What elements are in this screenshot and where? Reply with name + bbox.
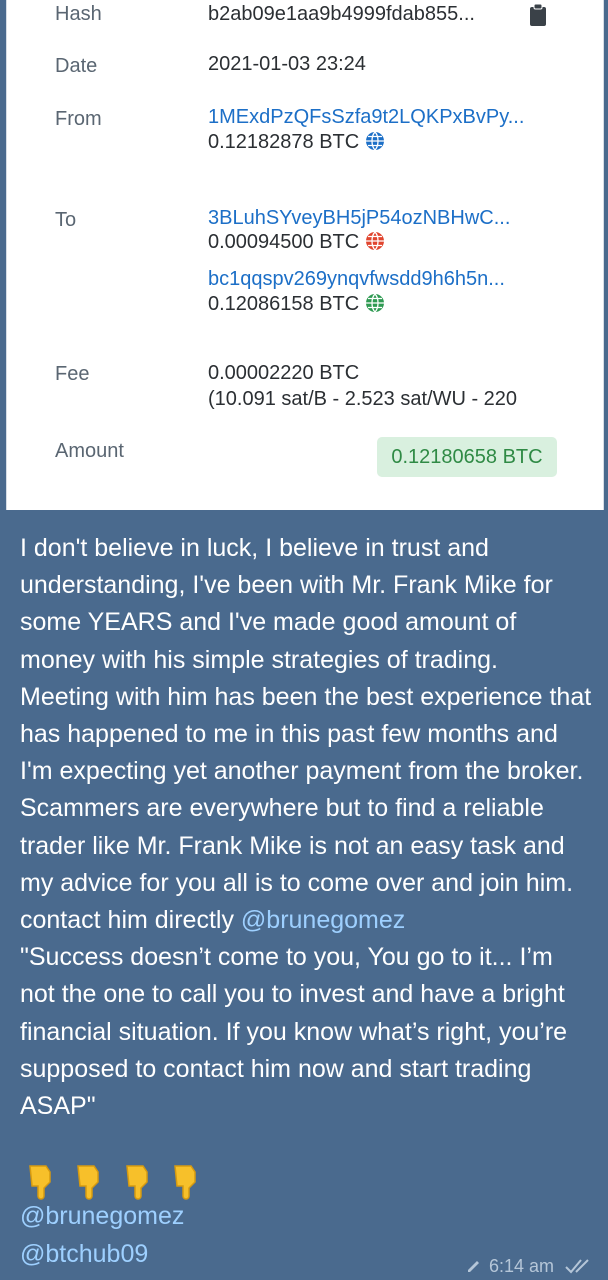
amount-label: Amount: [55, 440, 124, 462]
from-label: From: [55, 108, 102, 130]
date-label: Date: [55, 55, 98, 77]
message-time: 6:14 am: [488, 1255, 554, 1276]
mention-link-brunegomez[interactable]: @brunegomez: [20, 1202, 184, 1231]
edited-pencil-icon: [467, 1261, 479, 1272]
date-value: 2021-01-03 23:24: [208, 53, 366, 75]
to-amount-2: 0.12086158 BTC: [208, 293, 385, 316]
to-address-link-2[interactable]: bc1qqspv269ynqvfwsdd9h6h5n...: [208, 268, 505, 291]
from-amount: 0.12182878 BTC: [208, 131, 385, 154]
pointing-down-emoji-icon: [77, 1165, 100, 1200]
pointing-down-emoji-icon: [29, 1165, 51, 1200]
transaction-card: Hash b2ab09e1aa9b4999fdab855... Date 202…: [6, 0, 604, 510]
globe-icon[interactable]: [365, 293, 385, 313]
hash-value[interactable]: b2ab09e1aa9b4999fdab855...: [208, 3, 475, 26]
inline-mention-link[interactable]: @brunegomez: [241, 906, 405, 934]
to-amount-text-2: 0.12086158 BTC: [208, 293, 360, 315]
amount-badge: 0.12180658 BTC: [377, 437, 557, 477]
from-amount-text: 0.12182878 BTC: [208, 131, 360, 153]
fee-detail: (10.091 sat/B - 2.523 sat/WU - 220: [208, 388, 518, 410]
clipboard-icon[interactable]: [529, 4, 547, 26]
fee-label: Fee: [55, 363, 90, 385]
message-meta: 6:14 am: [465, 1254, 594, 1278]
to-amount-1: 0.00094500 BTC: [208, 231, 385, 254]
from-address-link[interactable]: 1MExdPzQFsSzfa9t2LQKPxBvPy...: [208, 106, 524, 129]
to-label: To: [55, 209, 77, 231]
to-amount-text-1: 0.00094500 BTC: [208, 231, 360, 253]
fee-value: 0.00002220 BTC: [208, 362, 360, 384]
message-text: I don't believe in luck, I believe in tr…: [20, 530, 592, 1125]
message-quote: "Success doesn’t come to you, You go to …: [20, 943, 568, 1121]
emoji-row: [22, 1162, 211, 1202]
mention-link-btchub09[interactable]: @btchub09: [20, 1240, 148, 1269]
double-check-icon: [565, 1259, 589, 1274]
hash-label: Hash: [55, 3, 102, 25]
pointing-down-emoji-icon: [126, 1165, 148, 1200]
globe-icon[interactable]: [365, 131, 385, 151]
pointing-down-emoji-icon: [174, 1165, 197, 1200]
globe-icon[interactable]: [365, 231, 385, 251]
message-body: I don't believe in luck, I believe in tr…: [20, 534, 592, 935]
to-address-link-1[interactable]: 3BLuhSYveyBH5jP54ozNBHwC...: [208, 207, 510, 230]
